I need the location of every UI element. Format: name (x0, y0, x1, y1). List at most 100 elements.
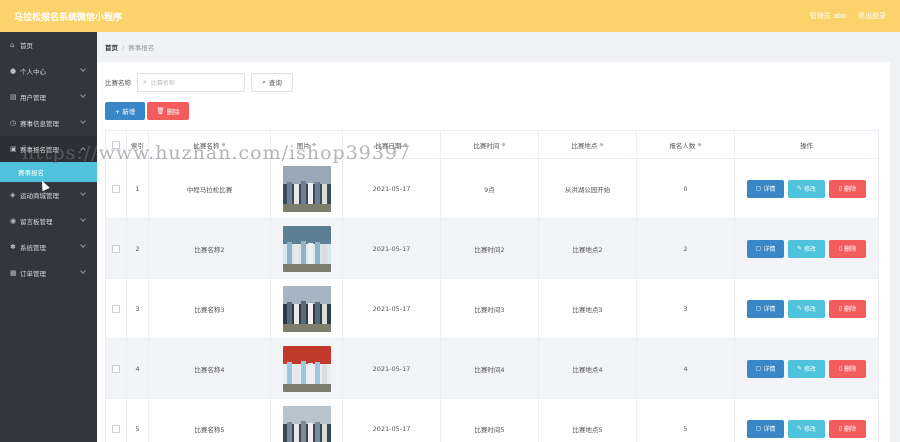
edit-button[interactable]: ✎ 修改 (788, 179, 825, 198)
breadcrumb-separator: / (122, 44, 125, 52)
batch-delete-button[interactable]: 🗑 删除 (147, 102, 189, 120)
cell-actions: ▢ 详情 ✎ 修改 ▯ 删除 (735, 219, 879, 278)
edit-button[interactable]: ✎ 修改 (788, 419, 825, 438)
user-icon: ● (10, 67, 17, 75)
cell-name: 中程马拉松比赛 (149, 159, 271, 218)
sidebar-item-profile[interactable]: ● 个人中心 (0, 58, 97, 84)
top-bar-right: 管理员 abo 退出登录 (810, 11, 886, 21)
detail-label: 详情 (763, 366, 776, 373)
action-row: + 新增 🗑 删除 (105, 102, 189, 120)
batch-delete-label: 删除 (166, 108, 180, 116)
gear-icon: ✱ (10, 243, 16, 251)
event-thumbnail (282, 165, 331, 212)
sidebar-item-orders[interactable]: ▦ 订单管理 (0, 260, 97, 286)
row-checkbox[interactable] (112, 364, 120, 373)
view-icon: ▢ (755, 365, 762, 372)
delete-button[interactable]: ▯ 删除 (829, 359, 866, 378)
edit-button[interactable]: ✎ 修改 (788, 359, 825, 378)
search-icon: ⌕ (143, 77, 147, 86)
sidebar-item-messages[interactable]: ◉ 留言板管理 (0, 208, 97, 234)
add-button[interactable]: + 新增 (105, 102, 145, 120)
cell-time: 比赛时间3 (441, 279, 539, 338)
breadcrumb: 首页 / 赛事报名 (105, 42, 154, 52)
row-actions: ▢ 详情 ✎ 修改 ▯ 删除 (747, 239, 866, 258)
trash-icon: ▯ (838, 245, 843, 252)
delete-button[interactable]: ▯ 删除 (829, 239, 866, 258)
header-count[interactable]: 报名人数 ◆ (637, 131, 735, 158)
row-actions: ▢ 详情 ✎ 修改 ▯ 删除 (747, 179, 866, 198)
header-place[interactable]: 比赛地点 ◆ (539, 131, 637, 158)
edit-label: 修改 (804, 246, 817, 253)
cell-image (271, 159, 343, 218)
row-checkbox[interactable] (112, 304, 120, 313)
event-thumbnail (282, 345, 331, 392)
sidebar-item-event-info[interactable]: ◷ 赛事信息管理 (0, 110, 97, 136)
cell-index: 1 (127, 159, 149, 218)
edit-button[interactable]: ✎ 修改 (788, 299, 825, 318)
detail-button[interactable]: ▢ 详情 (747, 179, 784, 198)
detail-button[interactable]: ▢ 详情 (747, 359, 784, 378)
table-body: 1 中程马拉松比赛 2021-05-17 9点 从洪湖公园开始 0 ▢ 详情 ✎ 修改 ▯ 删除 2 比赛… (105, 159, 879, 442)
delete-label: 删除 (844, 366, 857, 373)
table-row: 5 比赛名称5 2021-05-17 比赛时间5 比赛地点5 5 ▢ 详情 ✎ 修改 ▯ 删除 (105, 399, 879, 442)
delete-button[interactable]: ▯ 删除 (829, 299, 866, 318)
chevron-down-icon (80, 216, 86, 222)
top-bar: 马拉松报名系统微信小程序 管理员 abo 退出登录 (0, 0, 900, 32)
cell-image (271, 399, 343, 442)
detail-label: 详情 (763, 186, 776, 193)
cell-index: 3 (127, 279, 149, 338)
search-icon: ⌕ (262, 77, 266, 86)
row-checkbox[interactable] (112, 244, 120, 253)
cell-actions: ▢ 详情 ✎ 修改 ▯ 删除 (735, 279, 879, 338)
sidebar-item-users[interactable]: ▤ 用户管理 (0, 84, 97, 110)
submenu-item-registration[interactable]: 赛事报名 (0, 162, 97, 182)
query-button[interactable]: ⌕ 查询 (251, 72, 293, 92)
event-thumbnail (282, 225, 331, 272)
table-row: 4 比赛名称4 2021-05-17 比赛时间4 比赛地点4 4 ▢ 详情 ✎ 修改 ▯ 删除 (105, 339, 879, 399)
detail-label: 详情 (763, 246, 776, 253)
main-content: 首页/赛事报名 比赛名称 ⌕ 比赛名称 ⌕ 查询 + 新增 🗑 删除 索引 (97, 32, 900, 442)
cell-count: 3 (637, 279, 735, 338)
sidebar-item-system[interactable]: ✱ 系统管理 (0, 234, 97, 260)
breadcrumb-home[interactable]: 首页 (105, 44, 118, 52)
sidebar-item-label: 运动商城管理 (20, 192, 59, 200)
sort-icon: ◆ (697, 141, 702, 148)
store-icon: ◈ (10, 191, 16, 199)
cell-date: 2021-05-17 (343, 219, 441, 278)
row-checkbox-cell (105, 219, 127, 278)
delete-button[interactable]: ▯ 删除 (829, 179, 866, 198)
logout-link[interactable]: 退出登录 (858, 11, 886, 21)
row-checkbox[interactable] (112, 184, 120, 193)
header-label: 比赛时间 (473, 141, 500, 150)
chevron-down-icon (80, 118, 86, 124)
event-thumbnail (282, 405, 331, 442)
cell-index: 2 (127, 219, 149, 278)
cell-place: 从洪湖公园开始 (539, 159, 637, 218)
content-panel: 比赛名称 ⌕ 比赛名称 ⌕ 查询 + 新增 🗑 删除 索引 比赛名称 ◆ 图片 ◆ (97, 62, 890, 442)
edit-button[interactable]: ✎ 修改 (788, 239, 825, 258)
search-input[interactable]: ⌕ 比赛名称 (137, 72, 245, 92)
row-checkbox[interactable] (112, 424, 120, 433)
table-row: 2 比赛名称2 2021-05-17 比赛时间2 比赛地点2 2 ▢ 详情 ✎ 修改 ▯ 删除 (105, 219, 879, 279)
header-label: 比赛地点 (571, 141, 598, 150)
cell-index: 5 (127, 399, 149, 442)
sort-icon: ◆ (599, 141, 604, 148)
view-icon: ▢ (755, 245, 762, 252)
detail-button[interactable]: ▢ 详情 (747, 299, 784, 318)
cell-image (271, 219, 343, 278)
detail-button[interactable]: ▢ 详情 (747, 419, 784, 438)
sidebar-item-home[interactable]: ⌂ 首页 (0, 32, 97, 58)
delete-button[interactable]: ▯ 删除 (829, 419, 866, 438)
row-actions: ▢ 详情 ✎ 修改 ▯ 删除 (747, 359, 866, 378)
detail-button[interactable]: ▢ 详情 (747, 239, 784, 258)
sidebar-item-label: 个人中心 (20, 68, 46, 76)
pencil-icon: ✎ (796, 425, 802, 432)
cell-date: 2021-05-17 (343, 159, 441, 218)
cell-name: 比赛名称2 (149, 219, 271, 278)
watermark: https://www.huzhan.com/ishop39397 (22, 142, 412, 164)
row-checkbox-cell (105, 339, 127, 398)
cell-image (271, 279, 343, 338)
trash-icon: ▯ (838, 365, 843, 372)
header-time[interactable]: 比赛时间 ◆ (441, 131, 539, 158)
edit-label: 修改 (804, 426, 817, 433)
